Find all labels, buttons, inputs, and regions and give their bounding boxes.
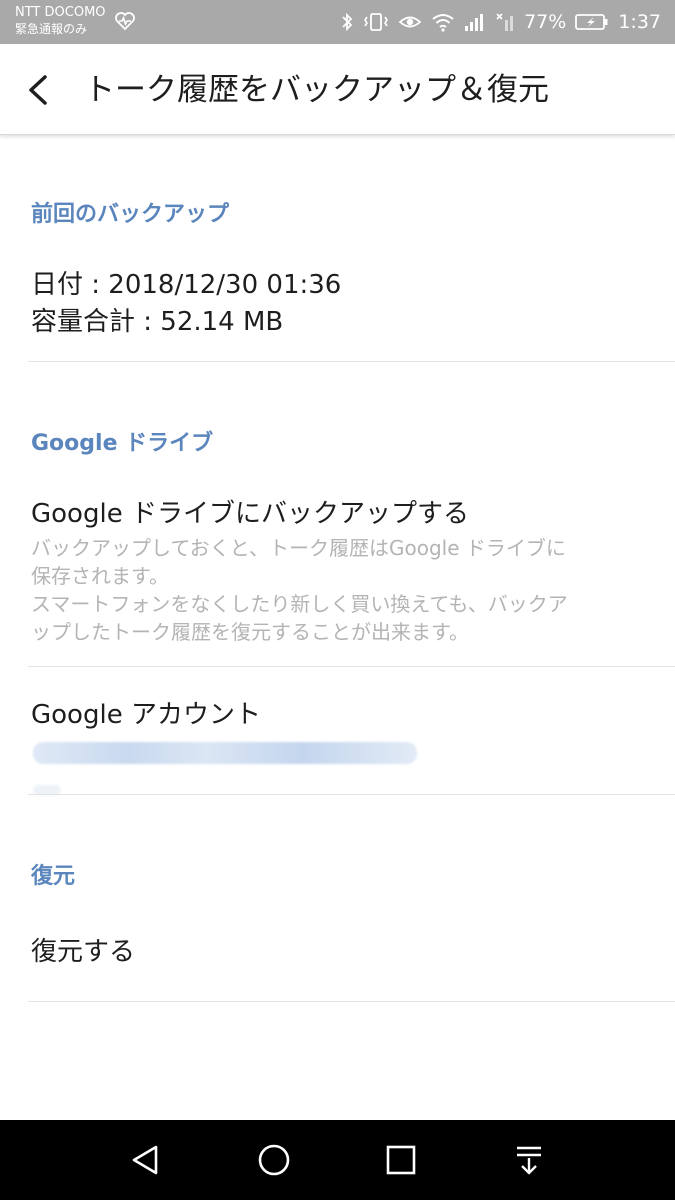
page-title: トーク履歴をバックアップ＆復元 xyxy=(84,72,549,108)
battery-icon xyxy=(575,14,608,30)
bluetooth-icon xyxy=(342,12,353,32)
clock: 1:37 xyxy=(618,11,661,33)
backup-date: 日付 : 2018/12/30 01:36 xyxy=(31,270,342,300)
google-account-title: Google アカウント xyxy=(31,700,261,730)
back-arrow-icon xyxy=(29,75,47,105)
eye-comfort-icon xyxy=(398,16,422,28)
backup-size: 容量合計 : 52.14 MB xyxy=(31,307,284,337)
back-button[interactable] xyxy=(20,68,60,112)
backup-description-line: 保存されます。 xyxy=(31,564,169,588)
restore-row[interactable]: 復元する xyxy=(0,905,675,1001)
nav-notification-pull-icon xyxy=(517,1146,541,1175)
status-bar: NTT DOCOMO 緊急通報のみ 77% 1:37 xyxy=(0,0,675,44)
navigation-bar xyxy=(0,1120,675,1200)
status-icons: 77% 1:37 xyxy=(340,0,661,44)
nav-recents-icon xyxy=(386,1145,416,1175)
restore-header: 復元 xyxy=(31,864,76,889)
carrier-name: NTT DOCOMO xyxy=(15,5,106,20)
backup-description-line: スマートフォンをなくしたり新しく買い換えても、バックア xyxy=(31,592,568,616)
vibrate-icon xyxy=(364,13,389,31)
restore-label: 復元する xyxy=(31,937,136,967)
backup-description-line: バックアップしておくと、トーク履歴はGoogle ドライブに xyxy=(31,536,566,560)
backup-to-google-drive-row[interactable]: Google ドライブにバックアップする バックアップしておくと、トーク履歴はG… xyxy=(0,478,675,666)
divider xyxy=(28,361,675,362)
nav-home-icon xyxy=(258,1144,290,1176)
divider xyxy=(28,1001,675,1002)
carrier-info: NTT DOCOMO 緊急通報のみ xyxy=(15,4,106,38)
wifi-icon xyxy=(432,14,454,32)
backup-description-line: ップしたトーク履歴を復元することが出来ます。 xyxy=(31,620,469,644)
divider xyxy=(28,794,675,795)
nav-notification-button[interactable] xyxy=(509,1140,549,1180)
heart-monitor-icon xyxy=(115,12,135,31)
google-account-row[interactable]: Google アカウント xyxy=(0,667,675,794)
nav-back-button[interactable] xyxy=(126,1140,166,1180)
google-drive-header: Google ドライブ xyxy=(31,431,214,456)
battery-percent: 77% xyxy=(524,11,567,33)
account-email-redacted xyxy=(33,742,417,764)
last-backup-header: 前回のバックアップ xyxy=(31,202,230,227)
signal-icon xyxy=(465,14,484,31)
nav-recents-button[interactable] xyxy=(381,1140,421,1180)
emergency-only-label: 緊急通報のみ xyxy=(15,22,88,36)
backup-to-google-drive-title: Google ドライブにバックアップする xyxy=(31,499,469,529)
backup-description: バックアップしておくと、トーク履歴はGoogle ドライブに 保存されます。 ス… xyxy=(31,534,651,646)
nav-home-button[interactable] xyxy=(254,1140,294,1180)
no-signal-icon xyxy=(496,13,514,31)
app-bar: トーク履歴をバックアップ＆復元 xyxy=(0,44,675,135)
nav-back-icon xyxy=(132,1145,158,1175)
